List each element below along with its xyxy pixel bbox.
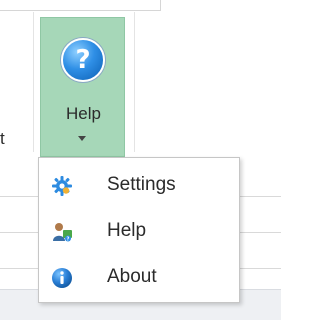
help-button-label: Help (66, 104, 101, 123)
menu-item-help[interactable]: ? Help (39, 212, 239, 252)
help-ribbon-button[interactable]: ? Help (40, 17, 125, 157)
help-question-icon: ? (61, 38, 105, 82)
info-icon (51, 267, 73, 289)
menu-item-label: Settings (107, 174, 176, 195)
ribbon-separator (134, 12, 135, 152)
help-dropdown-menu: Settings ? Help About (38, 157, 240, 303)
ribbon-group-frame (0, 0, 161, 11)
menu-item-label: About (107, 266, 157, 287)
menu-item-settings[interactable]: Settings (39, 166, 239, 206)
app-window: t ? Help Settings ? Help About (0, 0, 281, 320)
ribbon-separator (33, 12, 34, 152)
chevron-down-icon (78, 136, 86, 141)
svg-text:?: ? (67, 237, 70, 243)
menu-item-about[interactable]: About (39, 258, 239, 298)
menu-item-label: Help (107, 220, 147, 241)
ribbon-partial-label: t (0, 129, 5, 148)
gear-icon (51, 175, 73, 197)
help-person-icon: ? (51, 221, 73, 243)
